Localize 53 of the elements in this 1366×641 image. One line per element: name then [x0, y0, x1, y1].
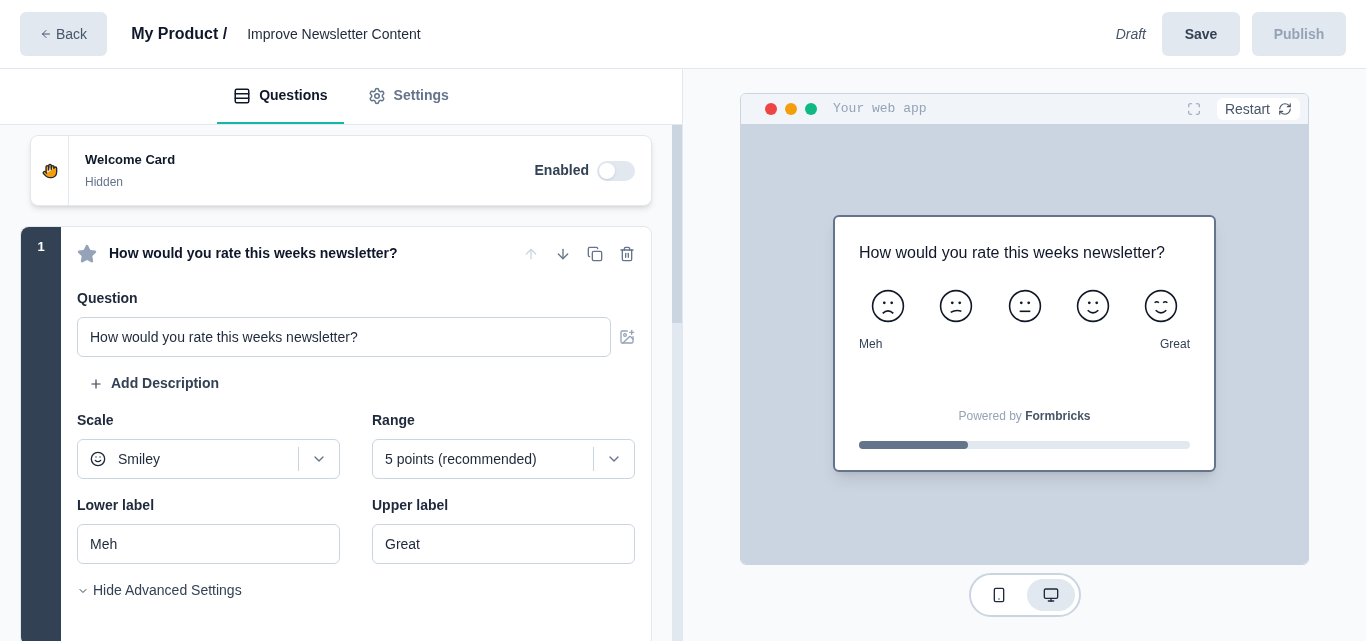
window-title: Your web app: [833, 100, 927, 119]
star-icon: [77, 243, 97, 264]
scrollbar-thumb[interactable]: [672, 125, 682, 323]
survey-question: How would you rate this weeks newsletter?: [859, 243, 1166, 263]
field-label: Question: [77, 289, 139, 308]
draft-status: Draft: [1115, 24, 1146, 44]
settings-icon: [367, 86, 386, 105]
plus-icon: [89, 376, 103, 391]
smiley-icon: [90, 451, 106, 467]
delete-icon[interactable]: [619, 245, 635, 262]
product-name: My Product /: [131, 24, 228, 44]
scale-select[interactable]: Smiley: [77, 439, 340, 479]
smiley-face-icon[interactable]: [1007, 289, 1042, 323]
welcome-card-title: Welcome Card: [85, 150, 177, 169]
field-label: Range: [372, 411, 416, 430]
upper-label-input[interactable]: Great: [372, 524, 635, 564]
smiley-face-icon[interactable]: [939, 289, 974, 323]
add-image-icon[interactable]: [619, 329, 635, 345]
field-label: Upper label: [372, 496, 450, 515]
question-number: 1: [37, 238, 45, 256]
copy-icon[interactable]: [587, 245, 603, 262]
powered-by-text[interactable]: Powered by Formbricks: [958, 407, 1091, 425]
restart-button[interactable]: Restart: [1216, 98, 1300, 120]
lower-label-input[interactable]: Meh: [77, 524, 340, 564]
enabled-toggle[interactable]: [597, 160, 635, 181]
question-input[interactable]: How would you rate this weeks newsletter?: [77, 317, 611, 357]
question-title: How would you rate this weeks newsletter?: [109, 244, 398, 263]
welcome-card[interactable]: Welcome Card Hidden Enabled: [30, 135, 652, 206]
tab[interactable]: Settings: [351, 69, 465, 124]
add-description-button[interactable]: Add Description: [89, 373, 220, 394]
list-icon: [233, 86, 252, 105]
hand-icon: [41, 162, 58, 179]
smiley-face-icon[interactable]: [1075, 289, 1110, 323]
smiley-face-icon[interactable]: [1144, 289, 1178, 323]
refresh-icon: [1278, 102, 1292, 116]
arrow-left-icon: [40, 28, 52, 40]
survey-name[interactable]: Improve Newsletter Content: [247, 23, 421, 45]
monitor-icon: [1042, 587, 1059, 603]
select-value: Smiley: [118, 449, 161, 469]
toggle-label: Enabled: [534, 161, 589, 180]
scale-upper-label: Great: [1160, 336, 1190, 353]
save-button[interactable]: Save: [1162, 12, 1240, 56]
field-label: Scale: [77, 411, 115, 430]
range-select[interactable]: 5 points (recommended): [372, 439, 635, 479]
select-value: 5 points (recommended): [385, 449, 538, 469]
scale-lower-label: Meh: [859, 336, 883, 353]
tab[interactable]: Questions: [217, 69, 344, 124]
smiley-face-icon[interactable]: [871, 289, 905, 323]
field-label: Lower label: [77, 496, 156, 515]
welcome-card-status: Hidden: [85, 174, 125, 192]
advanced-settings-toggle[interactable]: Hide Advanced Settings: [77, 580, 242, 601]
back-button[interactable]: Back: [20, 12, 108, 56]
device-button[interactable]: [1026, 579, 1075, 611]
